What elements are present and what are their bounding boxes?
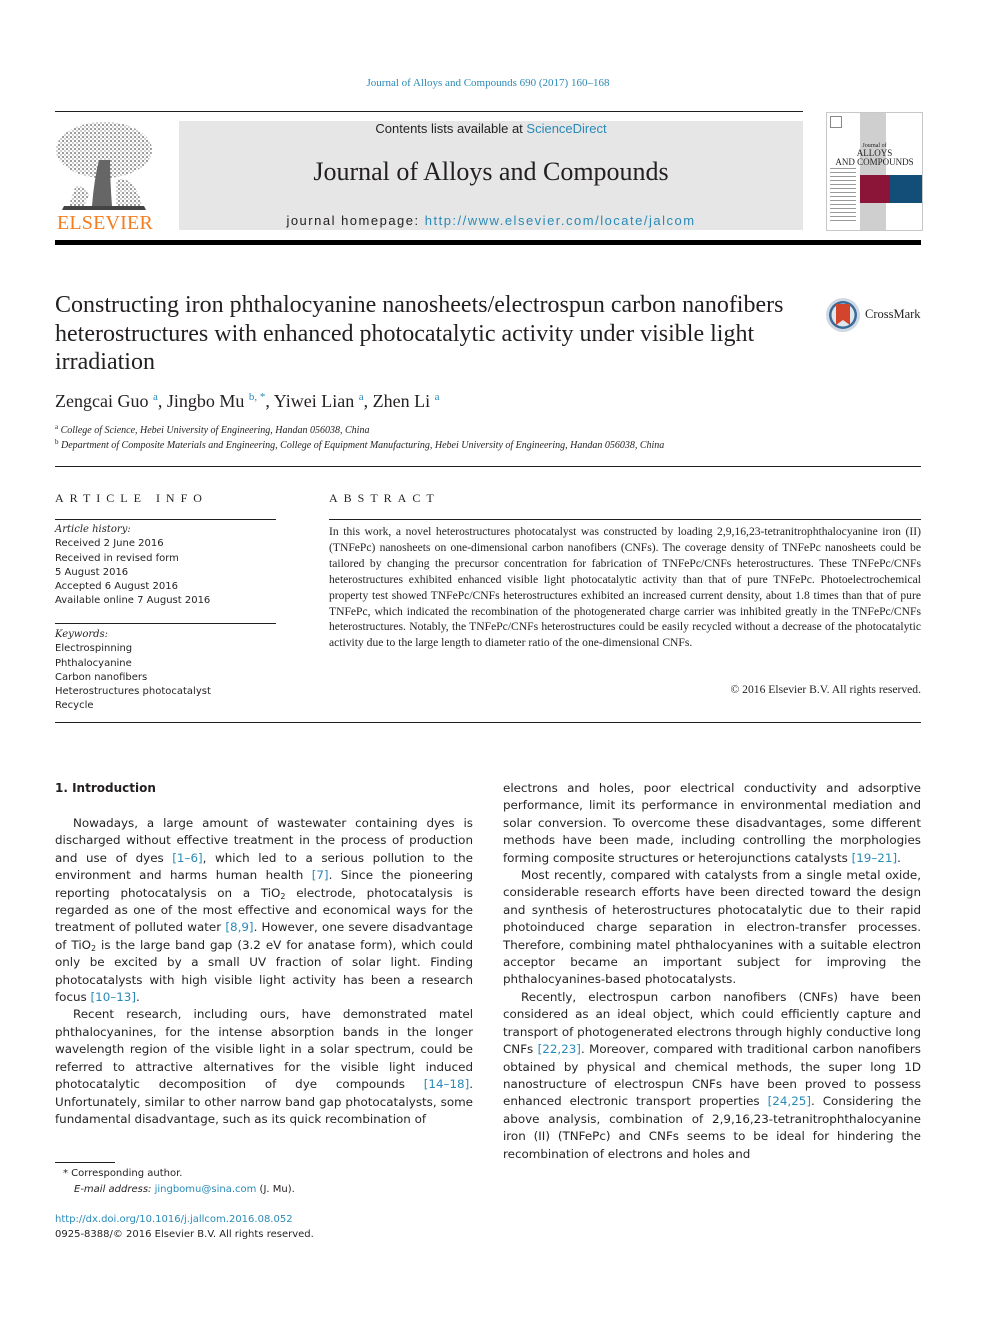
author-name[interactable]: Zhen Li [373, 391, 430, 411]
body-column-left: Nowadays, a large amount of wastewater c… [55, 815, 473, 1128]
history-item: 5 August 2016 [55, 566, 129, 578]
author-affiliation-mark[interactable]: b, * [249, 391, 266, 403]
doi-link[interactable]: http://dx.doi.org/10.1016/j.jallcom.2016… [55, 1214, 293, 1225]
doi-block: http://dx.doi.org/10.1016/j.jallcom.2016… [55, 1212, 314, 1242]
keyword: Electrospinning [55, 643, 133, 655]
affiliation: a College of Science, Hebei University o… [55, 423, 370, 436]
elsevier-tree-icon [56, 122, 152, 210]
history-item: Accepted 6 August 2016 [55, 581, 178, 593]
publisher-name: ELSEVIER [56, 212, 154, 234]
section-heading: 1. Introduction [55, 781, 156, 795]
affiliation-mark: a [55, 423, 59, 431]
journal-citation[interactable]: Journal of Alloys and Compounds 690 (201… [0, 77, 976, 89]
divider [329, 519, 921, 520]
reference-link[interactable]: [24,25] [768, 1094, 811, 1108]
cover-blue-block [890, 175, 922, 203]
crossmark-button[interactable]: CrossMark [825, 297, 925, 333]
author-affiliation-mark[interactable]: a [359, 391, 364, 403]
homepage-prefix: journal homepage: [286, 213, 425, 228]
cover-title: ALLOYS AND COMPOUNDS [835, 148, 914, 167]
divider [55, 466, 921, 467]
author-list: Zengcai Guo a, Jingbo Mu b, *, Yiwei Lia… [55, 391, 440, 411]
author-affiliation-mark[interactable]: a [153, 391, 158, 403]
article-info-heading: ARTICLE INFO [55, 491, 208, 505]
author-affiliation-mark[interactable]: a [435, 391, 440, 403]
divider [55, 623, 276, 624]
cover-band [860, 113, 886, 230]
contents-prefix: Contents lists available at [375, 121, 527, 136]
issn-copyright: 0925-8388/© 2016 Elsevier B.V. All right… [55, 1229, 314, 1240]
history-item: Available online 7 August 2016 [55, 595, 211, 607]
author-name[interactable]: Yiwei Lian [274, 391, 354, 411]
cover-text-lines [830, 168, 856, 223]
article-title: Constructing iron phthalocyanine nanoshe… [55, 292, 784, 375]
corresponding-author-note: * Corresponding author. [63, 1168, 183, 1179]
reference-link[interactable]: [14–18] [424, 1077, 469, 1091]
crossmark-label: CrossMark [865, 307, 921, 321]
divider [55, 722, 921, 723]
keyword: Heterostructures photocatalyst [55, 686, 211, 698]
author-name[interactable]: Jingbo Mu [167, 391, 245, 411]
abstract-heading: ABSTRACT [329, 491, 440, 505]
email-label: E-mail address: [74, 1183, 155, 1195]
cover-badge-icon [830, 116, 842, 128]
author-name[interactable]: Zengcai Guo [55, 391, 148, 411]
keyword: Recycle [55, 700, 94, 712]
reference-link[interactable]: [1–6] [172, 851, 202, 865]
reference-link[interactable]: [19–21] [852, 851, 897, 865]
crossmark-icon [826, 298, 860, 332]
history-item: Received in revised form [55, 552, 179, 564]
footnote-divider [55, 1162, 115, 1163]
contents-line: Contents lists available at ScienceDirec… [179, 121, 803, 136]
divider [55, 111, 803, 112]
reference-link[interactable]: [7] [312, 868, 329, 882]
history-label: Article history: [55, 524, 131, 535]
journal-cover-thumbnail[interactable]: Journal of ALLOYS AND COMPOUNDS [826, 112, 923, 231]
divider [55, 519, 276, 520]
email-link[interactable]: jingbomu@sina.com [155, 1184, 257, 1195]
elsevier-logo[interactable]: ELSEVIER [54, 120, 156, 234]
paragraph: electrons and holes, poor electrical con… [503, 781, 921, 865]
reference-link[interactable]: [22,23] [538, 1042, 581, 1056]
footnote: * Corresponding author. E-mail address: … [63, 1168, 295, 1195]
homepage-line: journal homepage: http://www.elsevier.co… [179, 213, 803, 228]
affiliation: b Department of Composite Materials and … [55, 438, 665, 451]
keywords: Keywords: Electrospinning Phthalocyanine… [55, 628, 276, 714]
header-divider [55, 240, 921, 245]
journal-header: Contents lists available at ScienceDirec… [179, 121, 803, 230]
body-column-right: electrons and holes, poor electrical con… [503, 780, 921, 1163]
reference-link[interactable]: [8,9] [225, 920, 253, 934]
keywords-label: Keywords: [55, 629, 109, 640]
journal-title: Journal of Alloys and Compounds [313, 157, 669, 186]
homepage-link[interactable]: http://www.elsevier.com/locate/jalcom [425, 213, 696, 228]
keyword: Phthalocyanine [55, 657, 132, 669]
paragraph: Recently, electrospun carbon nanofibers … [503, 989, 922, 1161]
paragraph: Nowadays, a large amount of wastewater c… [55, 816, 474, 1005]
abstract-text: In this work, a novel heterostructures p… [329, 525, 921, 650]
cover-red-block [860, 175, 890, 203]
affiliation-mark: b [55, 438, 59, 446]
sciencedirect-link[interactable]: ScienceDirect [526, 121, 606, 136]
history-item: Received 2 June 2016 [55, 538, 164, 550]
article-history: Article history: Received 2 June 2016 Re… [55, 523, 276, 609]
paragraph: Recent research, including ours, have de… [55, 1007, 473, 1126]
keyword: Carbon nanofibers [55, 671, 148, 683]
paragraph: Most recently, compared with catalysts f… [503, 868, 921, 987]
reference-link[interactable]: [10–13] [91, 990, 136, 1004]
abstract-copyright: © 2016 Elsevier B.V. All rights reserved… [730, 683, 921, 696]
